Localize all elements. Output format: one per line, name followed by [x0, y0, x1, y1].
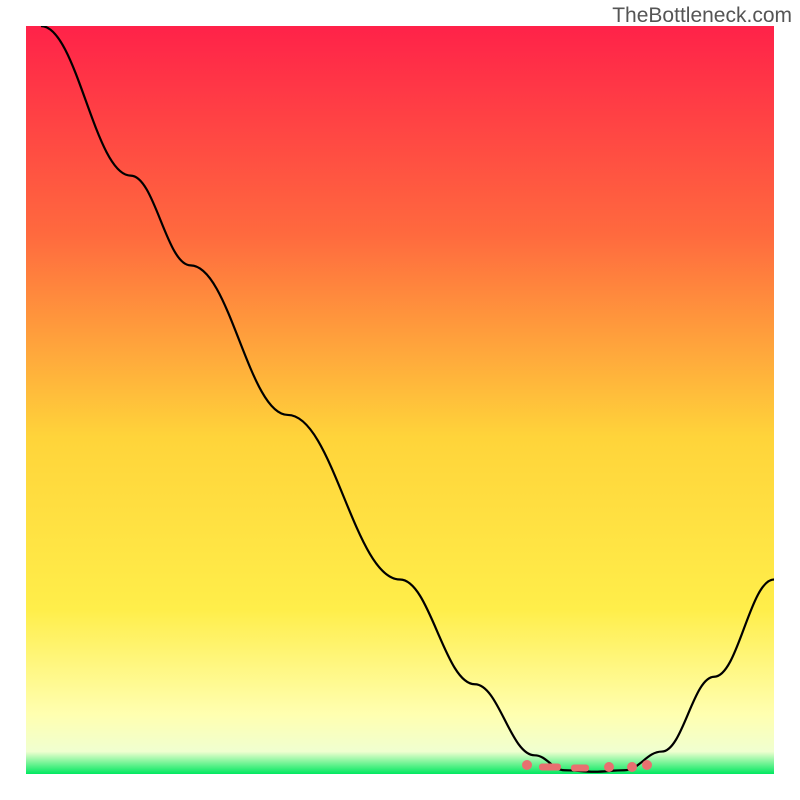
bottleneck-marker — [604, 762, 614, 772]
bottleneck-marker — [571, 765, 589, 772]
chart-plot-area — [26, 26, 774, 774]
bottleneck-marker — [642, 760, 652, 770]
bottleneck-marker — [627, 762, 637, 772]
watermark-text: TheBottleneck.com — [612, 4, 792, 28]
bottleneck-marker — [539, 763, 561, 770]
bottleneck-markers — [26, 26, 774, 774]
bottleneck-marker — [522, 760, 532, 770]
